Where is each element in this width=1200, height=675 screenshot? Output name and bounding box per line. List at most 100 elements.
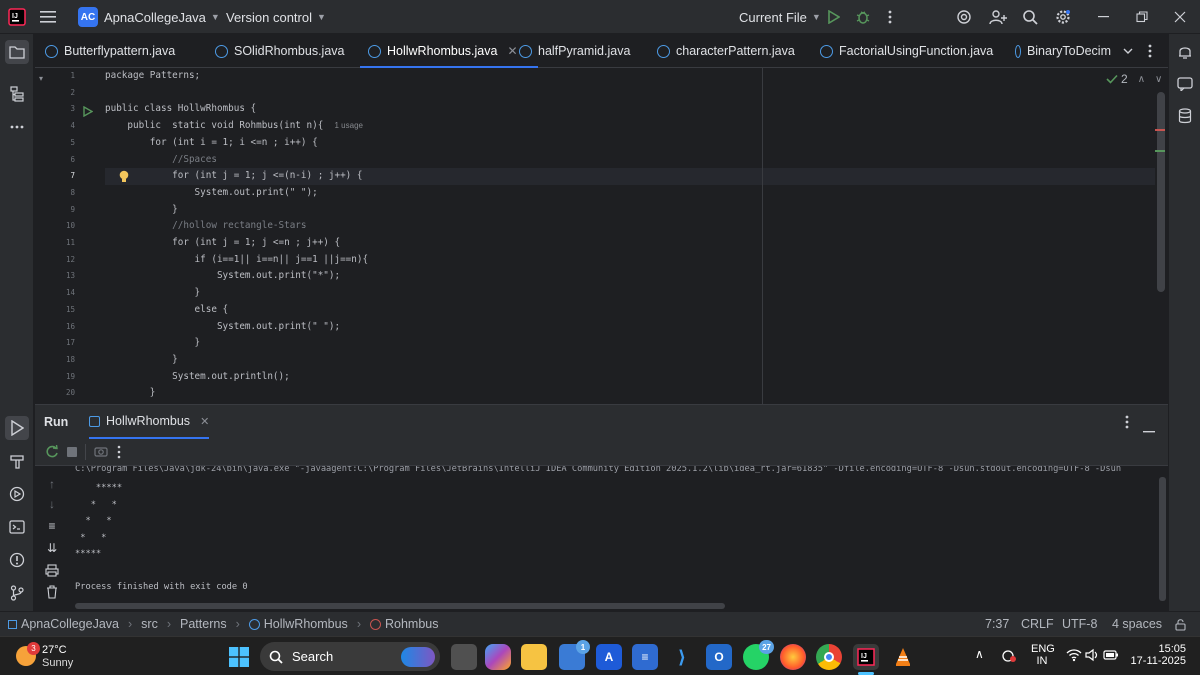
more-horizontal-icon[interactable] xyxy=(5,115,29,139)
settings-icon[interactable] xyxy=(1055,0,1071,34)
console-horizontal-scrollbar[interactable] xyxy=(75,603,725,609)
editor-scrollbar[interactable] xyxy=(1157,92,1165,292)
chrome-icon[interactable] xyxy=(816,644,842,670)
line-separator[interactable]: CRLF xyxy=(1021,612,1054,636)
breadcrumb-item[interactable]: Rohmbus xyxy=(385,617,439,631)
more-vertical-icon[interactable] xyxy=(117,445,121,462)
project-switcher[interactable]: AC ApnaCollegeJava ▼ xyxy=(78,0,220,34)
indent-setting[interactable]: 4 spaces xyxy=(1112,612,1162,636)
arrow-down-icon[interactable]: ↓ xyxy=(44,496,60,512)
arrow-up-icon[interactable]: ↑ xyxy=(44,476,60,492)
tab-butterflypattern[interactable]: Butterflypattern.java xyxy=(45,34,175,68)
print-icon[interactable] xyxy=(44,562,60,578)
copilot-icon[interactable] xyxy=(485,644,511,670)
outlook-icon[interactable]: O xyxy=(706,644,732,670)
taskbar-search[interactable]: Search xyxy=(260,642,440,671)
run-tab-hollwrhombus[interactable]: HollwRhombus ✕ xyxy=(89,405,210,439)
app-logo-icon[interactable]: IJ xyxy=(8,0,26,34)
battery-icon[interactable] xyxy=(1103,648,1119,665)
notepad-icon[interactable]: ≡ xyxy=(632,644,658,670)
problems-icon[interactable] xyxy=(5,548,29,572)
error-stripe-mark[interactable] xyxy=(1155,129,1165,131)
trash-icon[interactable] xyxy=(44,584,60,600)
run-icon[interactable] xyxy=(828,0,840,34)
caret-position[interactable]: 7:37 xyxy=(985,612,1009,636)
close-tab-icon[interactable]: ✕ xyxy=(200,415,209,428)
console-vertical-scrollbar[interactable] xyxy=(1159,477,1166,601)
tab-factorialusingfunction[interactable]: FactorialUsingFunction.java xyxy=(820,34,993,68)
database-icon[interactable] xyxy=(1173,104,1197,128)
intellij-icon[interactable]: IJ xyxy=(853,644,879,670)
structure-icon[interactable] xyxy=(5,82,29,106)
git-branch-icon[interactable] xyxy=(5,581,29,605)
close-icon[interactable] xyxy=(1174,0,1186,34)
run-tool-icon[interactable] xyxy=(5,416,29,440)
vscode-icon[interactable]: ⟩ xyxy=(669,644,695,670)
more-vertical-icon[interactable] xyxy=(888,0,892,34)
code-editor[interactable]: package Patterns; public class HollwRhom… xyxy=(105,68,1155,404)
inspection-widget[interactable]: 2 ∧ ∨ xyxy=(1106,72,1162,86)
chevron-up-icon[interactable]: ∧ xyxy=(1138,74,1145,85)
volume-icon[interactable] xyxy=(1085,648,1099,665)
run-class-gutter-icon[interactable] xyxy=(83,105,94,120)
tab-list-chevron-icon[interactable] xyxy=(1123,34,1133,68)
wifi-icon[interactable] xyxy=(1066,648,1082,665)
search-icon[interactable] xyxy=(1022,0,1038,34)
minimize-icon[interactable] xyxy=(1098,0,1110,34)
console-output[interactable]: C:\Program Files\Java\jdk-24\bin\java.ex… xyxy=(70,466,1160,611)
services-icon[interactable] xyxy=(5,482,29,506)
usage-hint[interactable]: 1 usage xyxy=(335,121,363,130)
breadcrumb-item[interactable]: Patterns xyxy=(180,617,227,631)
restore-icon[interactable] xyxy=(1136,0,1148,34)
task-view-icon[interactable] xyxy=(451,644,477,670)
change-stripe-mark[interactable] xyxy=(1155,150,1165,152)
editor-tabs: Butterflypattern.java SOlidRhombus.java … xyxy=(35,34,1168,68)
build-hammer-icon[interactable] xyxy=(5,449,29,473)
add-user-icon[interactable] xyxy=(989,0,1007,34)
close-tab-icon[interactable]: ✕ xyxy=(507,44,517,58)
more-vertical-icon[interactable] xyxy=(1148,34,1152,68)
azure-data-studio-icon[interactable]: A xyxy=(596,644,622,670)
ai-chat-icon[interactable] xyxy=(1173,72,1197,96)
hamburger-menu-icon[interactable] xyxy=(40,0,56,34)
chevron-down-icon[interactable]: ∨ xyxy=(1155,74,1162,85)
language-indicator[interactable]: ENG IN xyxy=(1031,643,1055,667)
network-status-icon[interactable] xyxy=(1001,649,1017,666)
camera-icon[interactable] xyxy=(94,445,108,460)
line-number: 3 xyxy=(70,104,75,114)
firefox-icon[interactable] xyxy=(780,644,806,670)
file-encoding[interactable]: UTF-8 xyxy=(1062,612,1097,636)
system-clock[interactable]: 15:05 17-11-2025 xyxy=(1130,643,1186,667)
project-folder-icon[interactable] xyxy=(5,40,29,64)
stop-icon[interactable] xyxy=(67,447,77,457)
chevron-up-icon[interactable]: ∧ xyxy=(975,647,984,661)
code-line: } xyxy=(105,387,156,399)
file-explorer-icon[interactable] xyxy=(521,644,547,670)
breadcrumb-item[interactable]: src xyxy=(141,617,158,631)
breadcrumb-item[interactable]: ApnaCollegeJava xyxy=(21,617,119,631)
ai-assistant-icon[interactable] xyxy=(956,0,972,34)
tab-characterpattern[interactable]: characterPattern.java xyxy=(657,34,795,68)
terminal-icon[interactable] xyxy=(5,515,29,539)
hide-panel-icon[interactable] xyxy=(1143,421,1155,436)
code-line: } xyxy=(105,287,201,299)
lock-icon[interactable] xyxy=(1175,612,1186,636)
tab-solidrhombus[interactable]: SOlidRhombus.java xyxy=(215,34,344,68)
notifications-bell-icon[interactable] xyxy=(1173,40,1197,64)
soft-wrap-icon[interactable]: ≡ xyxy=(44,518,60,534)
run-config-selector[interactable]: Current File ▼ xyxy=(739,0,821,34)
debug-icon[interactable] xyxy=(855,0,871,34)
breadcrumb-item[interactable]: HollwRhombus xyxy=(264,617,348,631)
tab-hollwrhombus[interactable]: HollwRhombus.java ✕ xyxy=(360,34,538,68)
vcs-menu[interactable]: Version control ▼ xyxy=(226,0,326,34)
vlc-icon[interactable] xyxy=(890,644,916,670)
microsoft-store-icon[interactable]: 1 xyxy=(559,640,590,670)
rerun-icon[interactable] xyxy=(45,444,59,462)
whatsapp-icon[interactable]: 27 xyxy=(743,640,774,670)
windows-start-icon[interactable] xyxy=(226,644,252,670)
scroll-to-end-icon[interactable]: ⇊ xyxy=(44,540,60,556)
tab-binarytodecimal[interactable]: BinaryToDecim xyxy=(1015,34,1111,68)
fold-chevron-icon[interactable]: ▾ xyxy=(39,74,43,83)
more-vertical-icon[interactable] xyxy=(1125,415,1129,432)
tab-halfpyramid[interactable]: halfPyramid.java xyxy=(519,34,630,68)
